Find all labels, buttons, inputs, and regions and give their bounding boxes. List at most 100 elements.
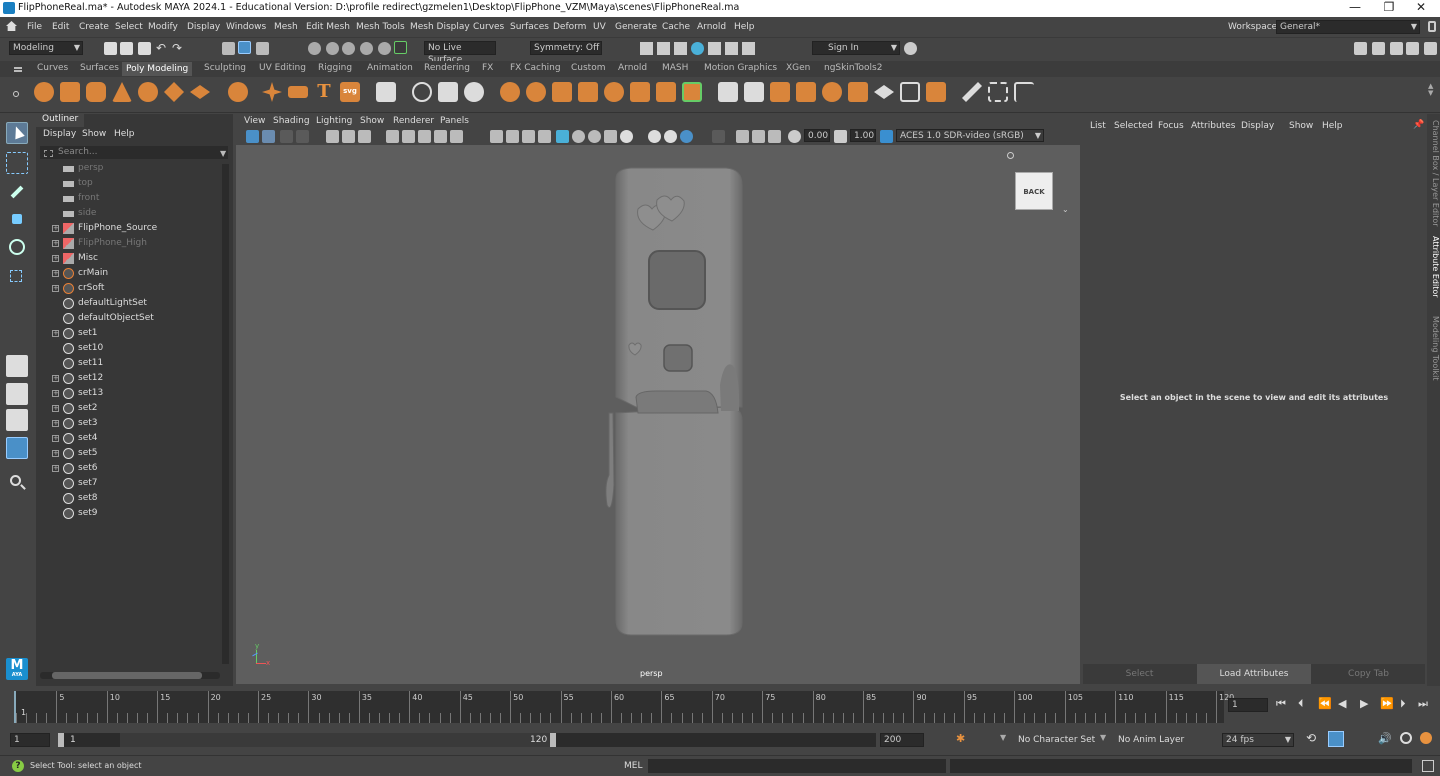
gamma-icon[interactable]	[834, 130, 847, 143]
rotate-tool-icon[interactable]	[6, 236, 28, 258]
use-default-material-icon[interactable]	[556, 130, 569, 143]
tab-attribute-editor[interactable]: Attribute Editor	[1427, 236, 1440, 306]
outliner-item-front[interactable]: front	[36, 191, 216, 206]
wireframe-on-shaded-icon[interactable]	[538, 130, 551, 143]
expand-icon[interactable]: +	[52, 240, 59, 247]
quad-draw-icon[interactable]	[770, 82, 790, 102]
combine-icon[interactable]	[412, 82, 432, 102]
range-end-handle[interactable]	[550, 733, 556, 747]
expand-icon[interactable]: +	[52, 330, 59, 337]
step-back-frame-icon[interactable]: ⏪	[1318, 697, 1332, 710]
outliner-item-flipphone-high[interactable]: + FlipPhone_High	[36, 236, 216, 251]
bevel-icon[interactable]	[604, 82, 624, 102]
menu-file[interactable]: File	[27, 22, 42, 32]
bounding-box-icon[interactable]	[988, 82, 1008, 102]
shelf-tab-arnold[interactable]: Arnold	[618, 63, 647, 73]
text-tool-icon[interactable]: T	[314, 81, 334, 102]
attribute-menu-help[interactable]: Help	[1322, 121, 1343, 131]
merge-icon[interactable]	[848, 82, 868, 102]
expand-icon[interactable]: +	[52, 390, 59, 397]
shelf-scroll-icon[interactable]: ▲ ▼	[1428, 83, 1434, 105]
shelf-tab-fx-caching[interactable]: FX Caching	[510, 63, 561, 73]
outliner-item-defaultlightset[interactable]: defaultLightSet	[36, 296, 216, 311]
attribute-menu-selected[interactable]: Selected	[1114, 121, 1153, 131]
outliner-horizontal-scrollbar[interactable]	[40, 672, 220, 679]
menu-mesh[interactable]: Mesh	[274, 22, 298, 32]
chamfer-vertex-icon[interactable]	[900, 82, 920, 102]
range-slider[interactable]: 1 120	[58, 733, 876, 747]
menu-surfaces[interactable]: Surfaces	[510, 22, 549, 32]
menu-windows[interactable]: Windows	[226, 22, 266, 32]
attribute-menu-show[interactable]: Show	[1289, 121, 1313, 131]
chevron-down-icon[interactable]: ▼	[1000, 733, 1006, 742]
tool-settings-icon[interactable]	[1406, 42, 1419, 55]
poly-sphere-icon[interactable]	[34, 82, 54, 102]
fps-dropdown[interactable]: 24 fps ▼	[1222, 733, 1294, 747]
outliner-item-set12[interactable]: + set12	[36, 371, 216, 386]
minimize-button[interactable]: —	[1340, 0, 1370, 14]
outliner-item-set5[interactable]: + set5	[36, 446, 216, 461]
shelf-tab-custom[interactable]: Custom	[571, 63, 605, 73]
outliner-item-side[interactable]: side	[36, 206, 216, 221]
help-icon[interactable]	[904, 42, 917, 55]
collapse-icon[interactable]	[874, 85, 894, 99]
wireframe-icon[interactable]	[386, 130, 399, 143]
animation-start-field[interactable]: 1	[10, 733, 50, 747]
gamma-field[interactable]: 1.00	[850, 129, 876, 142]
shelf-tab-ngskintools2[interactable]: ngSkinTools2	[824, 63, 882, 73]
character-set-dropdown[interactable]: No Character Set	[1018, 735, 1095, 745]
outliner-item-crsoft[interactable]: + crSoft	[36, 281, 216, 296]
xray-joints-icon[interactable]	[680, 130, 693, 143]
viewport-menu-shading[interactable]: Shading	[273, 116, 310, 126]
motion-blur-icon[interactable]	[588, 130, 601, 143]
play-forwards-icon[interactable]: ▶	[1360, 697, 1368, 710]
image-plane-icon[interactable]	[296, 130, 309, 143]
symmetry-dropdown[interactable]: Symmetry: Off	[530, 41, 602, 55]
mirror-icon[interactable]	[526, 82, 546, 102]
close-button[interactable]: ✕	[1406, 0, 1436, 14]
type-tool-icon[interactable]	[376, 82, 396, 102]
menu-display[interactable]: Display	[187, 22, 220, 32]
exposure-icon[interactable]	[788, 130, 801, 143]
viewcube-home-icon[interactable]	[1007, 152, 1014, 159]
smooth-icon[interactable]	[464, 82, 484, 102]
frame-selection-icon[interactable]	[736, 130, 749, 143]
expand-icon[interactable]: +	[52, 270, 59, 277]
workspace-dropdown[interactable]: General* ▼	[1276, 20, 1420, 34]
snap-view-icon[interactable]	[360, 42, 373, 55]
outliner-item-flipphone-source[interactable]: + FlipPhone_Source	[36, 221, 216, 236]
shelf-tab-rendering[interactable]: Rendering	[424, 63, 470, 73]
expand-icon[interactable]: +	[52, 285, 59, 292]
animation-end-field[interactable]: 200	[880, 733, 924, 747]
menu-help[interactable]: Help	[734, 22, 755, 32]
play-backwards-icon[interactable]: ◀	[1338, 697, 1346, 710]
step-back-key-icon[interactable]: ⏴	[1298, 697, 1304, 711]
select-tool-icon[interactable]	[6, 122, 28, 144]
save-scene-icon[interactable]	[138, 42, 151, 55]
menu-modify[interactable]: Modify	[148, 22, 178, 32]
snap-surface-icon[interactable]	[378, 42, 391, 55]
outliner-persp-layout-icon[interactable]	[6, 437, 28, 459]
menu-uv[interactable]: UV	[593, 22, 606, 32]
grid-icon[interactable]	[326, 130, 339, 143]
outliner-vertical-scrollbar[interactable]	[222, 164, 229, 664]
step-forward-frame-icon[interactable]: ⏩	[1380, 697, 1394, 710]
menu-curves[interactable]: Curves	[473, 22, 504, 32]
anti-aliasing-icon[interactable]	[604, 130, 617, 143]
smooth-shade-icon[interactable]	[402, 130, 415, 143]
bridge-icon[interactable]	[578, 82, 598, 102]
bounding-box-display-icon[interactable]	[522, 130, 535, 143]
snapshot-icon[interactable]	[768, 130, 781, 143]
scale-tool-icon[interactable]	[6, 264, 28, 286]
lasso-tool-icon[interactable]	[6, 152, 28, 174]
append-polygon-icon[interactable]	[656, 82, 676, 102]
snap-curve-icon[interactable]	[326, 42, 339, 55]
shelf-tab-fx[interactable]: FX	[482, 63, 493, 73]
dimmed-icon[interactable]	[712, 130, 725, 143]
snap-point-icon[interactable]	[342, 42, 355, 55]
viewport-menu-lighting[interactable]: Lighting	[316, 116, 352, 126]
outliner-item-set11[interactable]: set11	[36, 356, 216, 371]
menu-arnold[interactable]: Arnold	[697, 22, 726, 32]
crease-tool-icon[interactable]	[962, 82, 982, 102]
super-shape-icon[interactable]	[262, 82, 282, 102]
